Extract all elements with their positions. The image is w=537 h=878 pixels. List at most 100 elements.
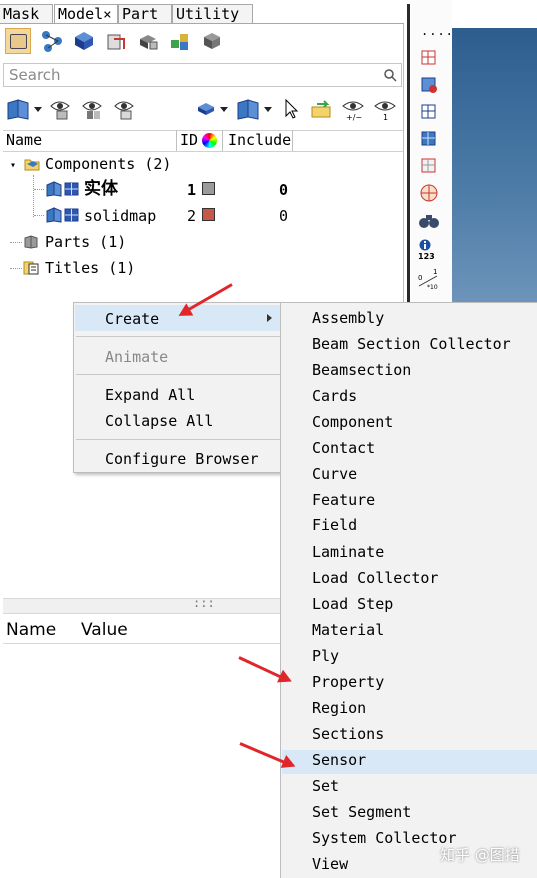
submenu-item[interactable]: Ply bbox=[312, 646, 339, 666]
part-view-button[interactable] bbox=[103, 28, 129, 54]
context-menu: Create Animate Expand All Collapse All C… bbox=[73, 302, 283, 473]
eye-icon bbox=[50, 101, 70, 120]
reverse-button[interactable] bbox=[308, 96, 334, 122]
svg-text:*10: *10 bbox=[427, 284, 438, 290]
svg-text:1: 1 bbox=[433, 268, 437, 276]
color-swatch[interactable] bbox=[202, 182, 215, 195]
shaded-cube-icon bbox=[237, 99, 272, 120]
column-divider bbox=[222, 130, 223, 152]
submenu-item[interactable]: Load Collector bbox=[312, 568, 438, 588]
tab-part[interactable]: Part bbox=[118, 4, 172, 24]
graphics-viewport[interactable] bbox=[452, 28, 537, 308]
submenu-item[interactable]: Field bbox=[312, 515, 357, 535]
tab-model[interactable]: Model× bbox=[54, 4, 118, 24]
svg-text:+/−: +/− bbox=[346, 113, 362, 121]
tree-node-components[interactable]: Components (2) bbox=[45, 154, 171, 174]
menu-item-collapse-all[interactable]: Collapse All bbox=[105, 411, 213, 431]
submenu-item[interactable]: System Collector bbox=[312, 828, 457, 848]
mesh-outline-icon[interactable] bbox=[419, 156, 439, 180]
hide-button[interactable] bbox=[80, 96, 106, 122]
properties-name-header[interactable]: Name bbox=[6, 620, 56, 640]
submenu-item[interactable]: View bbox=[312, 854, 348, 874]
color-swatch[interactable] bbox=[202, 208, 215, 221]
eye-one-icon: 1 bbox=[374, 101, 396, 121]
menu-item-configure-browser[interactable]: Configure Browser bbox=[105, 449, 259, 469]
submenu-item[interactable]: Beam Section Collector bbox=[312, 334, 511, 354]
tab-utility[interactable]: Utility bbox=[172, 4, 253, 24]
submenu-item[interactable]: Region bbox=[312, 698, 366, 718]
folder-arrow-icon bbox=[311, 100, 331, 118]
tree-line bbox=[10, 242, 22, 243]
property-view-button[interactable] bbox=[167, 28, 193, 54]
include-value: 0 bbox=[279, 181, 289, 199]
watermark: 知乎 @图措 bbox=[440, 846, 520, 864]
submenu-item-sensor[interactable]: Sensor bbox=[312, 750, 366, 770]
include-value: 0 bbox=[279, 207, 289, 225]
submenu-item[interactable]: Material bbox=[312, 620, 384, 640]
submenu-item[interactable]: Laminate bbox=[312, 542, 384, 562]
component-name[interactable]: solidmap bbox=[84, 206, 156, 226]
element-type-dropdown[interactable] bbox=[196, 96, 234, 122]
show-button[interactable] bbox=[48, 96, 74, 122]
submenu-item[interactable]: Assembly bbox=[312, 308, 384, 328]
column-include-header[interactable]: Include bbox=[228, 131, 291, 151]
box-icon bbox=[9, 33, 27, 49]
menu-separator bbox=[76, 439, 281, 440]
tree-icon bbox=[42, 31, 62, 52]
tree-node-parts[interactable]: Parts (1) bbox=[45, 232, 126, 252]
sphere-mesh-icon[interactable] bbox=[419, 183, 439, 207]
properties-value-header[interactable]: Value bbox=[81, 620, 128, 640]
solid-box-icon bbox=[75, 32, 93, 50]
submenu-item[interactable]: Set Segment bbox=[312, 802, 411, 822]
close-icon[interactable]: × bbox=[103, 7, 111, 23]
tree-node-titles[interactable]: Titles (1) bbox=[45, 258, 135, 278]
submenu-item[interactable]: Beamsection bbox=[312, 360, 411, 380]
submenu-item[interactable]: Curve bbox=[312, 464, 357, 484]
component-name[interactable]: 实体 bbox=[84, 179, 118, 199]
submenu-item[interactable]: Contact bbox=[312, 438, 375, 458]
tab-mask[interactable]: Mask bbox=[0, 4, 53, 24]
menu-item-animate[interactable]: Animate bbox=[105, 347, 168, 367]
component-id: 1 bbox=[187, 181, 197, 199]
display-mode-dropdown[interactable] bbox=[5, 96, 45, 122]
component-view-button[interactable] bbox=[5, 28, 31, 54]
eye-icon bbox=[82, 101, 102, 119]
binoculars-icon[interactable] bbox=[418, 210, 440, 234]
search-input[interactable]: Search bbox=[3, 63, 402, 87]
svg-text:0: 0 bbox=[418, 274, 422, 282]
mesh-red-icon[interactable] bbox=[419, 75, 439, 99]
material-view-button[interactable] bbox=[135, 28, 161, 54]
load-view-button[interactable] bbox=[199, 28, 225, 54]
mesh-icon[interactable] bbox=[419, 48, 439, 72]
menu-item-expand-all[interactable]: Expand All bbox=[105, 385, 195, 405]
header-divider bbox=[3, 130, 403, 131]
column-divider bbox=[176, 130, 177, 152]
mesh-grid-icon[interactable] bbox=[419, 102, 439, 126]
submenu-item[interactable]: Set bbox=[312, 776, 339, 796]
shaded-mesh-icon[interactable] bbox=[419, 129, 439, 153]
tree-line bbox=[33, 175, 34, 217]
submenu-item[interactable]: Load Step bbox=[312, 594, 393, 614]
assembly-view-button[interactable] bbox=[39, 28, 65, 54]
color-mode-dropdown[interactable] bbox=[235, 96, 275, 122]
show-one-button[interactable]: 1 bbox=[372, 96, 398, 122]
show-all-button[interactable]: +/− bbox=[340, 96, 366, 122]
scale-icon[interactable]: 0 1 *10 bbox=[417, 268, 441, 294]
solid-view-button[interactable] bbox=[71, 28, 97, 54]
component-id: 2 bbox=[187, 207, 197, 225]
select-button[interactable] bbox=[278, 96, 304, 122]
color-wheel-icon[interactable] bbox=[202, 133, 217, 148]
submenu-item[interactable]: Feature bbox=[312, 490, 375, 510]
solid-box-icon bbox=[198, 103, 228, 115]
submenu-item-property[interactable]: Property bbox=[312, 672, 384, 692]
menu-item-label: Create bbox=[105, 310, 160, 328]
submenu-item[interactable]: Cards bbox=[312, 386, 357, 406]
submenu-item[interactable]: Component bbox=[312, 412, 393, 432]
submenu-item[interactable]: Sections bbox=[312, 724, 384, 744]
title-note-icon bbox=[23, 260, 39, 280]
column-name-header[interactable]: Name bbox=[6, 131, 42, 151]
isolate-button[interactable] bbox=[112, 96, 138, 122]
column-id-header[interactable]: ID bbox=[180, 131, 198, 151]
submenu-arrow-icon bbox=[267, 314, 272, 322]
collapse-arrow-icon[interactable]: ▾ bbox=[10, 160, 16, 171]
